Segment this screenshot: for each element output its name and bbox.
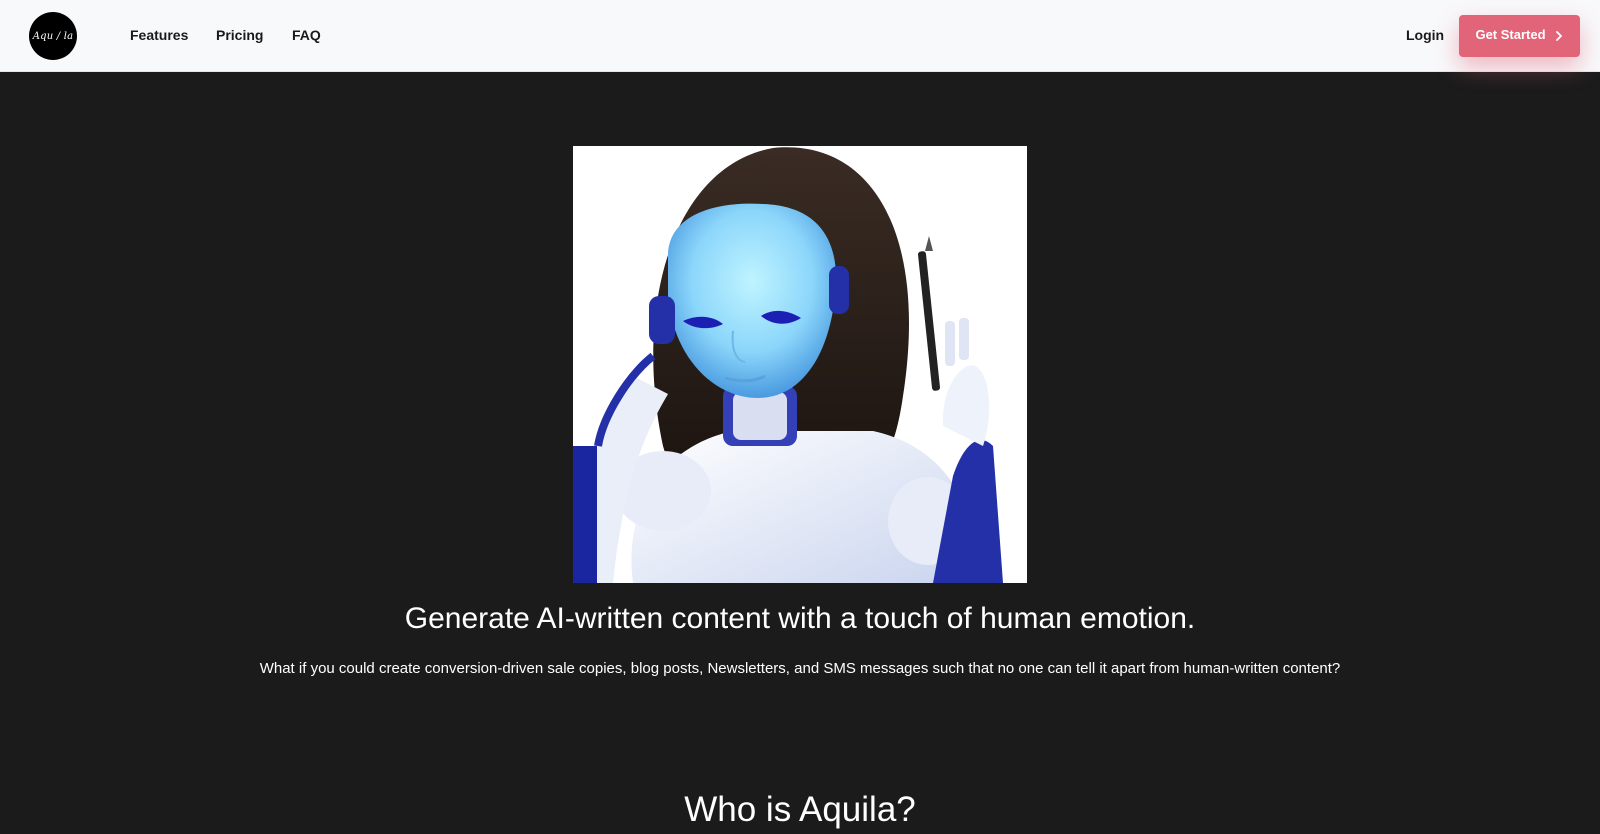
- logo-text: Aqu / la: [32, 30, 74, 42]
- get-started-label: Get Started: [1475, 26, 1546, 42]
- chevron-right-icon: [1554, 29, 1564, 41]
- hero-title: Generate AI-written content with a touch…: [404, 602, 1196, 635]
- site-header: Aqu / la Features Pricing FAQ Login Get …: [0, 0, 1600, 72]
- login-link[interactable]: Login: [1406, 27, 1444, 43]
- hero-subtitle: What if you could create conversion-driv…: [259, 660, 1341, 677]
- brand-logo[interactable]: Aqu / la: [29, 12, 77, 60]
- hero-robot-image: [573, 146, 1027, 583]
- section-title: Who is Aquila?: [684, 790, 916, 829]
- nav-pricing-link[interactable]: Pricing: [216, 27, 263, 43]
- nav-faq-link[interactable]: FAQ: [292, 27, 321, 43]
- nav-features-link[interactable]: Features: [130, 27, 188, 43]
- get-started-button[interactable]: Get Started: [1459, 15, 1580, 57]
- robot-illustration-icon: [573, 146, 1027, 583]
